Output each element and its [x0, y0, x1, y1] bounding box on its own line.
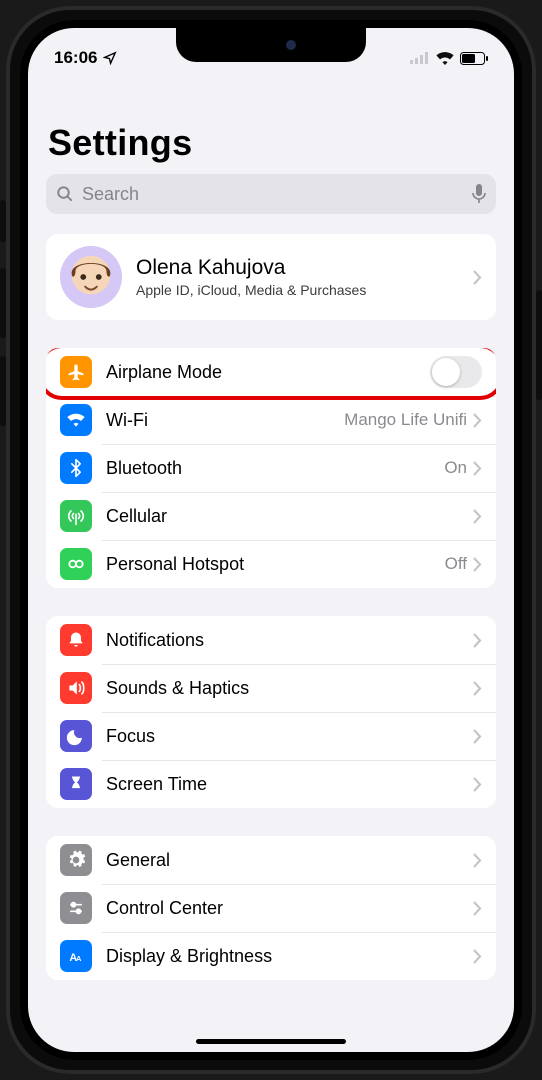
screentime-row[interactable]: Screen Time	[46, 760, 496, 808]
focus-row[interactable]: Focus	[46, 712, 496, 760]
display-icon: AA	[60, 940, 92, 972]
hotspot-label: Personal Hotspot	[106, 554, 445, 575]
chevron-right-icon	[473, 949, 482, 964]
avatar	[60, 246, 122, 308]
chevron-right-icon	[473, 633, 482, 648]
notifications-row[interactable]: Notifications	[46, 616, 496, 664]
clock: 16:06	[54, 48, 97, 68]
hotspot-detail: Off	[445, 554, 467, 574]
location-icon	[103, 51, 117, 65]
bluetooth-row[interactable]: Bluetooth On	[46, 444, 496, 492]
chevron-right-icon	[473, 777, 482, 792]
chevron-right-icon	[473, 681, 482, 696]
general-group: General Control Center AA Display & Brig…	[46, 836, 496, 980]
wifi-row[interactable]: Wi-Fi Mango Life Unifi	[46, 396, 496, 444]
search-placeholder: Search	[82, 184, 464, 205]
cellular-label: Cellular	[106, 506, 473, 527]
connectivity-group: Airplane Mode Wi-Fi Mango Life Unifi Blu…	[46, 348, 496, 588]
bluetooth-label: Bluetooth	[106, 458, 444, 479]
cellular-settings-icon	[60, 500, 92, 532]
chevron-right-icon	[473, 461, 482, 476]
control-center-icon	[60, 892, 92, 924]
display-label: Display & Brightness	[106, 946, 473, 967]
search-icon	[56, 185, 74, 203]
bluetooth-detail: On	[444, 458, 467, 478]
bluetooth-icon	[60, 452, 92, 484]
airplane-toggle[interactable]	[430, 356, 482, 388]
home-indicator[interactable]	[196, 1039, 346, 1044]
front-camera	[286, 40, 296, 50]
cellular-icon	[410, 52, 430, 64]
sounds-label: Sounds & Haptics	[106, 678, 473, 699]
profile-group: Olena Kahujova Apple ID, iCloud, Media &…	[46, 234, 496, 320]
chevron-right-icon	[473, 270, 482, 285]
notifications-icon	[60, 624, 92, 656]
airplane-icon	[60, 356, 92, 388]
chevron-right-icon	[473, 729, 482, 744]
profile-row[interactable]: Olena Kahujova Apple ID, iCloud, Media &…	[46, 234, 496, 320]
focus-label: Focus	[106, 726, 473, 747]
screentime-label: Screen Time	[106, 774, 473, 795]
chevron-right-icon	[473, 853, 482, 868]
chevron-right-icon	[473, 509, 482, 524]
chevron-right-icon	[473, 901, 482, 916]
notch	[176, 28, 366, 62]
profile-name: Olena Kahujova	[136, 256, 473, 280]
mic-icon[interactable]	[472, 184, 486, 204]
chevron-right-icon	[473, 557, 482, 572]
wifi-label: Wi-Fi	[106, 410, 344, 431]
battery-icon	[460, 52, 488, 65]
profile-subtitle: Apple ID, iCloud, Media & Purchases	[136, 282, 473, 298]
control-center-label: Control Center	[106, 898, 473, 919]
cellular-row[interactable]: Cellular	[46, 492, 496, 540]
airplane-mode-row[interactable]: Airplane Mode	[46, 348, 496, 396]
power-button	[536, 290, 542, 400]
screen: 16:06 Settings Search Olen	[28, 28, 514, 1052]
airplane-label: Airplane Mode	[106, 362, 430, 383]
hotspot-row[interactable]: Personal Hotspot Off	[46, 540, 496, 588]
svg-text:A: A	[76, 954, 82, 963]
screentime-icon	[60, 768, 92, 800]
wifi-settings-icon	[60, 404, 92, 436]
sounds-row[interactable]: Sounds & Haptics	[46, 664, 496, 712]
wifi-icon	[436, 52, 454, 65]
display-brightness-row[interactable]: AA Display & Brightness	[46, 932, 496, 980]
search-input[interactable]: Search	[46, 174, 496, 214]
hotspot-icon	[60, 548, 92, 580]
gear-icon	[60, 844, 92, 876]
chevron-right-icon	[473, 413, 482, 428]
control-center-row[interactable]: Control Center	[46, 884, 496, 932]
general-row[interactable]: General	[46, 836, 496, 884]
phone-frame: 16:06 Settings Search Olen	[6, 6, 536, 1074]
wifi-detail: Mango Life Unifi	[344, 410, 467, 430]
general-label: General	[106, 850, 473, 871]
focus-icon	[60, 720, 92, 752]
page-title: Settings	[28, 74, 514, 174]
notifications-label: Notifications	[106, 630, 473, 651]
sounds-icon	[60, 672, 92, 704]
alerts-group: Notifications Sounds & Haptics Focus	[46, 616, 496, 808]
